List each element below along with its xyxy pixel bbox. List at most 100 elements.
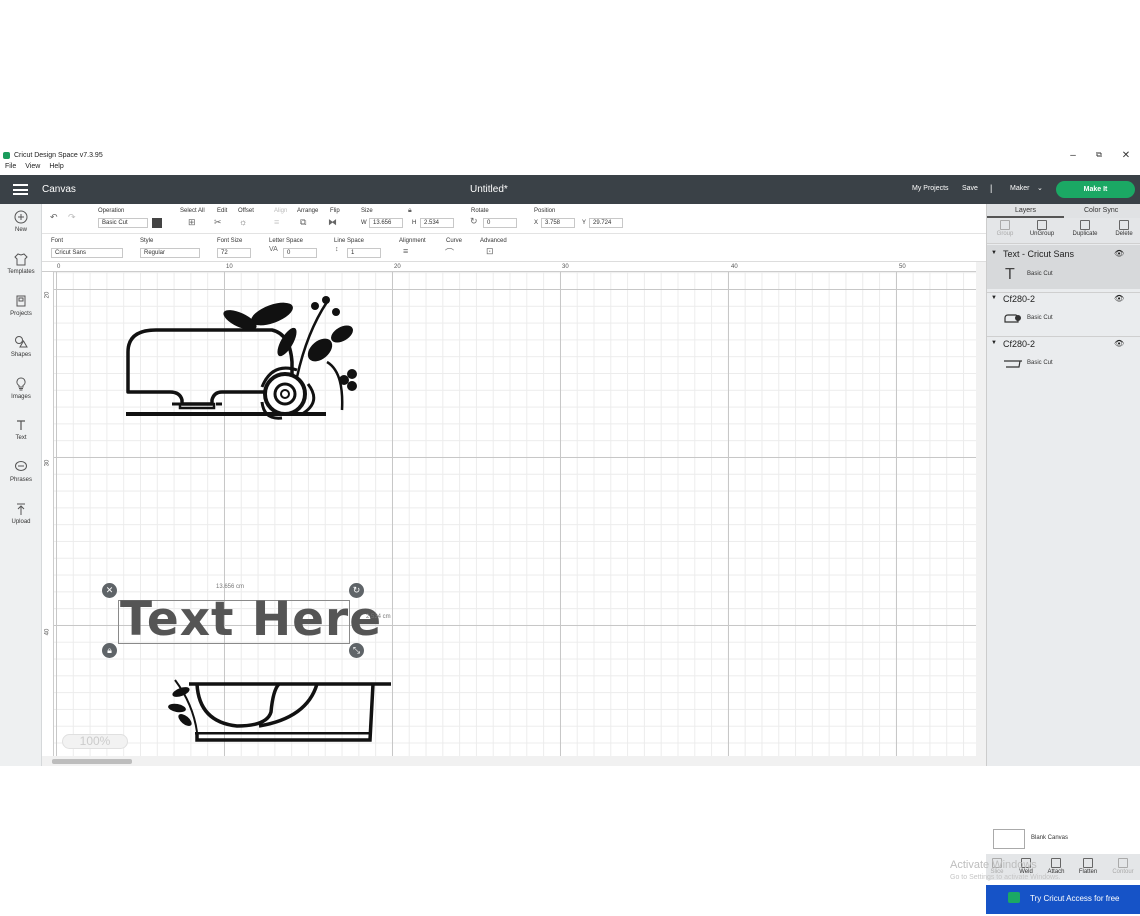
- header-divider: |: [990, 183, 993, 193]
- width-readout: 13.656 cm: [216, 584, 245, 590]
- curve-icon[interactable]: ⌒: [445, 246, 454, 259]
- resize-handle-icon[interactable]: ⤡: [349, 643, 364, 658]
- my-projects-link[interactable]: My Projects: [912, 185, 949, 192]
- ruler-label: 50: [899, 264, 906, 270]
- layer-header[interactable]: ▼ Text - Cricut Sans 👁︎: [987, 249, 1140, 263]
- hamburger-menu-icon[interactable]: [13, 184, 28, 195]
- sidebar-item-projects[interactable]: Projects: [0, 294, 42, 317]
- menu-file[interactable]: File: [5, 163, 16, 170]
- cricut-access-banner[interactable]: Try Cricut Access for free: [986, 885, 1140, 914]
- advanced-label: Advanced: [480, 238, 507, 244]
- eye-icon[interactable]: 👁︎: [1114, 249, 1124, 258]
- sewing-machine-flower-design[interactable]: [122, 292, 402, 442]
- make-it-button[interactable]: Make It: [1056, 181, 1135, 198]
- duplicate-button[interactable]: Duplicate: [1067, 220, 1103, 237]
- color-swatch[interactable]: [152, 218, 162, 228]
- rotate-handle-icon[interactable]: ↻: [349, 583, 364, 598]
- lock-handle-icon[interactable]: 🔒︎: [102, 643, 117, 658]
- tab-layers[interactable]: Layers: [1015, 207, 1036, 214]
- text-toolbar: Font Cricut Sans Style Regular Font Size…: [42, 234, 986, 262]
- letter-space-input[interactable]: 0: [283, 248, 317, 258]
- layer-name: Text - Cricut Sans: [1003, 249, 1075, 259]
- sidebar-item-upload[interactable]: Upload: [0, 502, 42, 525]
- flip-icon[interactable]: ⧓: [328, 217, 337, 228]
- sidebar-item-new[interactable]: New: [0, 210, 42, 233]
- divider: [987, 292, 1140, 293]
- lock-icon[interactable]: 🔒︎: [408, 207, 412, 215]
- arrange-icon[interactable]: ⧉: [300, 217, 306, 228]
- caret-down-icon[interactable]: ▼: [991, 295, 997, 301]
- line-space-input[interactable]: 1: [347, 248, 381, 258]
- flatten-button[interactable]: Flatten: [1072, 858, 1104, 875]
- sidebar-item-phrases[interactable]: Phrases: [0, 460, 42, 483]
- group-button[interactable]: Group: [987, 220, 1023, 237]
- edit-label: Edit: [217, 208, 228, 214]
- eye-icon[interactable]: 👁︎: [1114, 339, 1124, 348]
- tab-color-sync[interactable]: Color Sync: [1084, 207, 1118, 214]
- style-select[interactable]: Regular: [140, 248, 200, 258]
- font-size-input[interactable]: 72: [217, 248, 251, 258]
- design-canvas[interactable]: 0 10 20 30 40 50 20 30 40 Text Here 13.6…: [42, 262, 986, 766]
- x-input[interactable]: 3.758: [541, 218, 575, 228]
- layer-row[interactable]: T Basic Cut: [987, 266, 1140, 288]
- menu-view[interactable]: View: [25, 163, 40, 170]
- attach-button[interactable]: Attach: [1040, 858, 1072, 875]
- vertical-scrollbar[interactable]: [976, 262, 986, 766]
- sidebar-item-shapes[interactable]: Shapes: [0, 335, 42, 358]
- layer-header[interactable]: ▼ Cf280-2 👁︎: [987, 339, 1140, 353]
- delete-label: Delete: [1115, 231, 1133, 237]
- ruler-label: 40: [731, 264, 738, 270]
- font-label: Font: [51, 238, 64, 244]
- align-left-icon[interactable]: ≡: [403, 246, 408, 256]
- layer-header[interactable]: ▼ Cf280-2 👁︎: [987, 294, 1140, 308]
- offset-icon[interactable]: ☼: [239, 217, 247, 227]
- left-sidebar: New Templates Projects Shapes Images Tex…: [0, 204, 42, 766]
- contour-button[interactable]: Contour: [1106, 858, 1140, 875]
- width-input[interactable]: 13.656: [369, 218, 403, 228]
- ungroup-button[interactable]: UnGroup: [1024, 220, 1060, 237]
- ruler-vertical: 20 30 40: [42, 272, 54, 766]
- curve-label: Curve: [446, 238, 463, 244]
- height-input[interactable]: 2.534: [420, 218, 454, 228]
- horizontal-scrollbar[interactable]: [42, 756, 976, 766]
- activate-windows-subtitle: Go to Settings to activate Windows.: [950, 874, 1061, 881]
- rotate-input[interactable]: 0: [483, 218, 517, 228]
- layer-row[interactable]: Basic Cut: [987, 355, 1140, 377]
- close-window-button[interactable]: ✕: [1117, 150, 1135, 161]
- sidebar-item-templates[interactable]: Templates: [0, 252, 42, 275]
- scroll-thumb[interactable]: [52, 759, 132, 764]
- text-object[interactable]: Text Here: [120, 592, 382, 647]
- y-input[interactable]: 29.724: [589, 218, 623, 228]
- sidebar-item-text[interactable]: Text: [0, 418, 42, 441]
- sidebar-label: Upload: [11, 519, 31, 525]
- minimize-button[interactable]: –: [1064, 150, 1082, 161]
- align-icon[interactable]: ≡: [274, 217, 279, 227]
- group-label: Group: [996, 231, 1014, 237]
- machine-select[interactable]: Maker: [1010, 185, 1029, 192]
- delete-button[interactable]: Delete: [1106, 220, 1140, 237]
- caret-down-icon[interactable]: ▼: [991, 340, 997, 346]
- chevron-down-icon[interactable]: ⌄: [1037, 184, 1043, 192]
- save-link[interactable]: Save: [962, 185, 978, 192]
- blank-canvas-swatch[interactable]: [993, 829, 1025, 849]
- font-select[interactable]: Cricut Sans: [51, 248, 123, 258]
- undo-icon[interactable]: ↶: [50, 212, 58, 223]
- app-header: Canvas Untitled* My Projects Save | Make…: [0, 175, 1140, 204]
- redo-icon[interactable]: ↷: [68, 212, 76, 223]
- sidebar-item-images[interactable]: Images: [0, 377, 42, 400]
- advanced-icon[interactable]: ⊡: [486, 246, 494, 257]
- restore-button[interactable]: ⧉: [1090, 150, 1108, 160]
- operation-select[interactable]: Basic Cut: [98, 218, 148, 228]
- select-all-icon[interactable]: ⊞: [188, 217, 196, 228]
- sewing-machine-base-design[interactable]: [167, 674, 397, 746]
- delete-handle-icon[interactable]: ✕: [102, 583, 117, 598]
- scissors-icon[interactable]: ✂: [214, 217, 222, 228]
- sidebar-label: New: [14, 227, 27, 233]
- layer-row[interactable]: Basic Cut: [987, 310, 1140, 332]
- caret-down-icon[interactable]: ▼: [991, 250, 997, 256]
- zoom-control[interactable]: 100%: [62, 734, 128, 749]
- ruler-label: 10: [226, 264, 233, 270]
- menu-help[interactable]: Help: [49, 163, 63, 170]
- window-title: Cricut Design Space v7.3.95: [14, 152, 103, 159]
- eye-icon[interactable]: 👁︎: [1114, 294, 1124, 303]
